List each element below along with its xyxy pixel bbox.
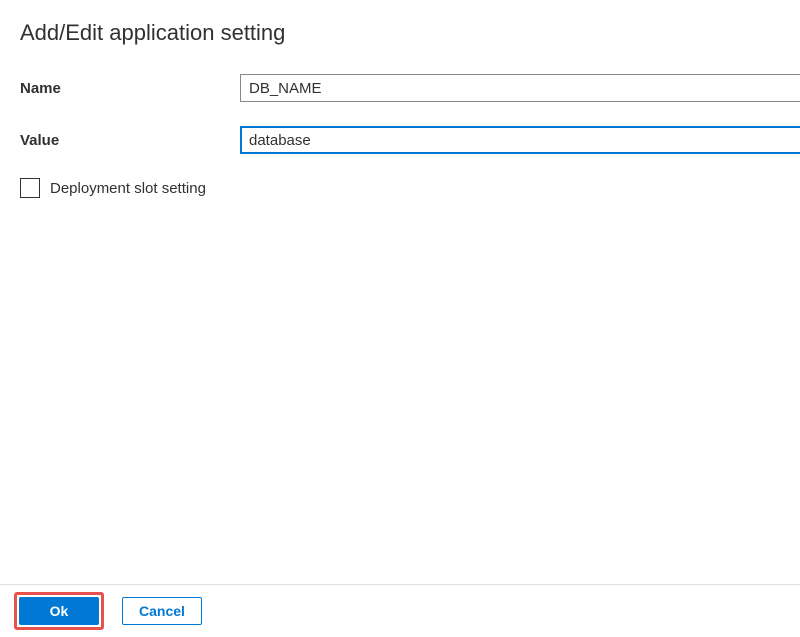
value-label: Value	[20, 132, 240, 149]
name-input[interactable]	[240, 74, 800, 102]
name-row: Name	[20, 74, 800, 102]
panel-title: Add/Edit application setting	[20, 20, 800, 46]
value-row: Value	[20, 126, 800, 154]
slot-setting-label: Deployment slot setting	[50, 180, 206, 197]
slot-setting-row: Deployment slot setting	[20, 178, 800, 198]
ok-button[interactable]: Ok	[19, 597, 99, 625]
value-input[interactable]	[240, 126, 800, 154]
cancel-button[interactable]: Cancel	[122, 597, 202, 625]
ok-highlight: Ok	[14, 592, 104, 630]
slot-setting-checkbox[interactable]	[20, 178, 40, 198]
footer: Ok Cancel	[0, 584, 800, 637]
settings-panel: Add/Edit application setting Name Value …	[0, 0, 800, 584]
name-label: Name	[20, 80, 240, 97]
